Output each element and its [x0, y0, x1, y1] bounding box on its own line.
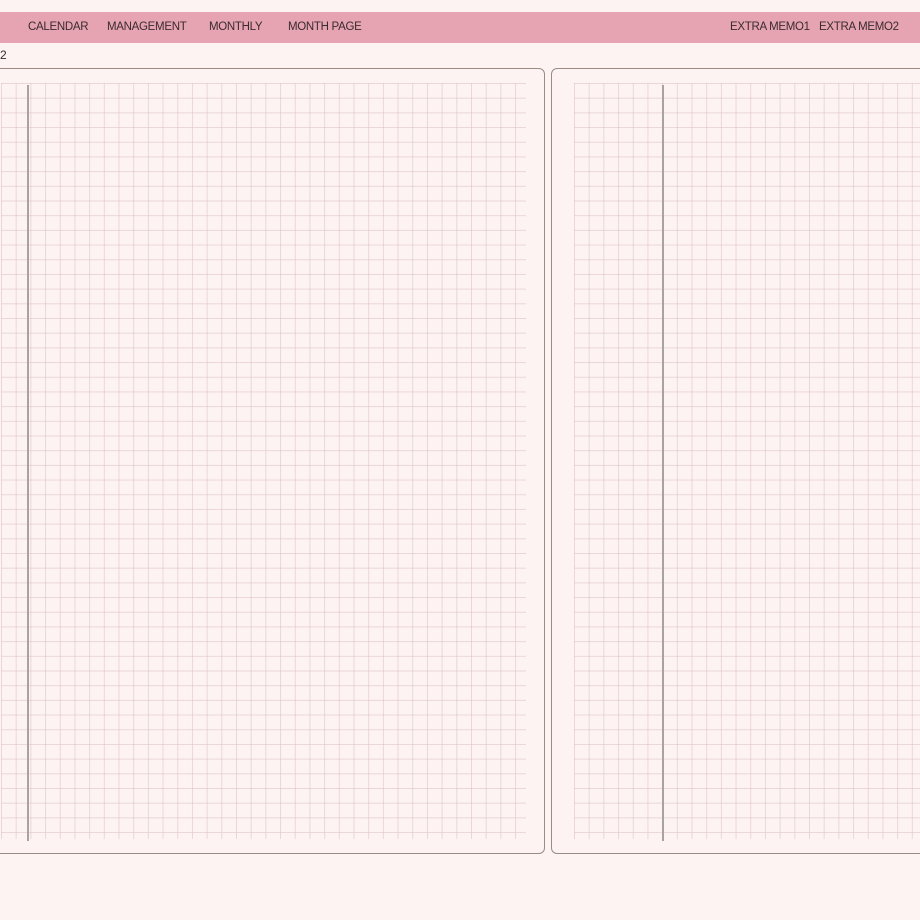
top-nav-bar: CALENDAR MANAGEMENT MONTHLY MONTH PAGE E… [0, 12, 920, 43]
left-grid-page[interactable] [0, 68, 545, 854]
page-number: 2 [0, 48, 7, 62]
right-margin-line [662, 85, 664, 841]
nav-management-link[interactable]: MANAGEMENT [107, 12, 187, 43]
nav-extra-memo2-link[interactable]: EXTRA MEMO2 [819, 12, 899, 43]
nav-monthly-link[interactable]: MONTHLY [209, 12, 263, 43]
nav-month-page-link[interactable]: MONTH PAGE [288, 12, 362, 43]
left-grid-area[interactable] [1, 83, 526, 839]
nav-extra-memo1-link[interactable]: EXTRA MEMO1 [730, 12, 810, 43]
nav-calendar-link[interactable]: CALENDAR [28, 12, 89, 43]
left-margin-line [27, 85, 29, 841]
right-grid-page[interactable] [551, 68, 920, 854]
right-grid-area[interactable] [574, 83, 920, 839]
